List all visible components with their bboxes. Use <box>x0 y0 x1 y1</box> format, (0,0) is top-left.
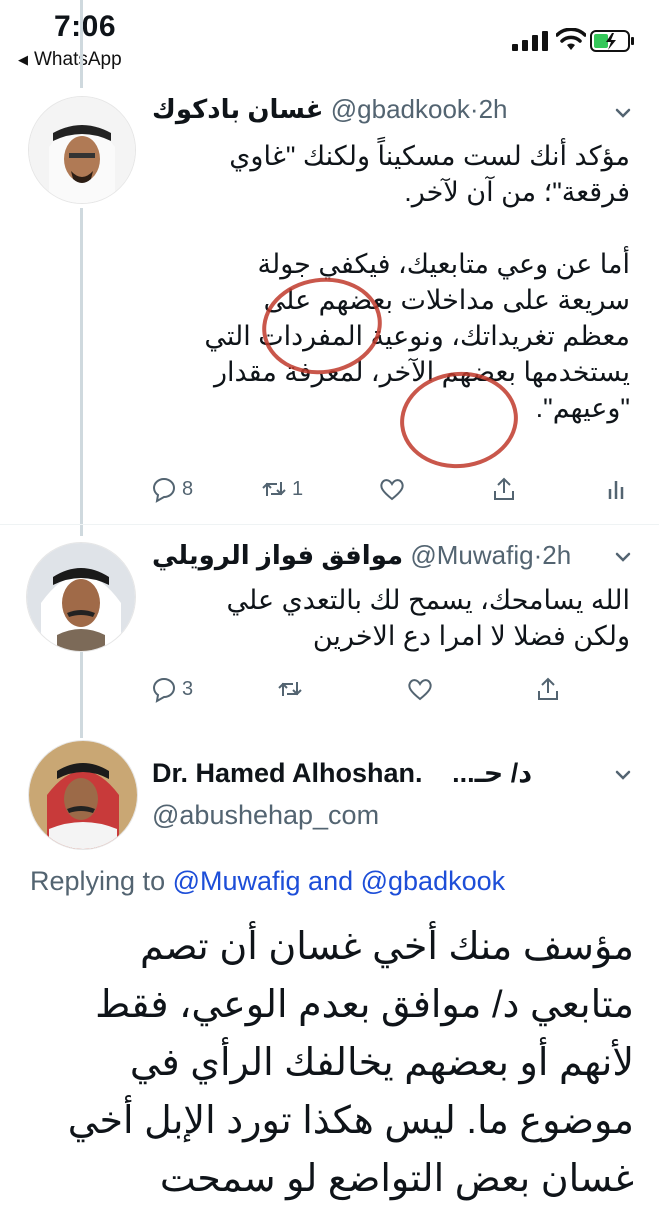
author-handle[interactable]: @abushehap_com <box>152 800 379 831</box>
retweet-button[interactable]: 1 <box>260 472 303 506</box>
share-button[interactable] <box>490 472 518 506</box>
tweet-actions: 3 <box>150 672 630 706</box>
avatar[interactable] <box>28 740 138 850</box>
reply-button[interactable]: 3 <box>150 672 193 706</box>
author-name[interactable]: موافق فواز الرويلي <box>152 540 403 570</box>
tweet-time: ·2h <box>533 540 572 570</box>
replying-prefix: Replying to <box>30 866 166 896</box>
back-to-app-link[interactable]: ◀ WhatsApp <box>18 49 122 71</box>
wifi-icon <box>556 28 586 50</box>
battery-charging-icon <box>590 30 634 52</box>
reply-count: 8 <box>182 477 194 500</box>
thread-line <box>80 652 83 738</box>
author-handle[interactable]: @Muwafig <box>410 540 533 570</box>
back-app-label: WhatsApp <box>34 49 122 70</box>
tweet-divider <box>0 524 659 525</box>
reply-count: 3 <box>182 677 194 700</box>
heart-icon <box>380 479 404 501</box>
share-button[interactable] <box>534 672 562 706</box>
tweet-text: مؤسف منك أخي غسان أن تصم متابعي د/ موافق… <box>67 926 634 1200</box>
author-name[interactable]: غسان بادكوك <box>152 94 324 124</box>
like-button[interactable] <box>378 472 406 506</box>
author-name-latin: Dr. Hamed Alhoshan. <box>152 758 423 788</box>
avatar-photo <box>29 741 137 849</box>
avatar[interactable] <box>26 542 136 652</box>
status-time: 7:06 <box>54 10 117 43</box>
replying-users-link[interactable]: @Muwafig and @gbadkook <box>173 866 506 896</box>
tweet-header: موافق فواز الرويلي @Muwafig·2h <box>152 540 571 576</box>
tweet-text: الله يسامحك، يسمح لك بالتعدي علي ولكن فض… <box>226 585 630 651</box>
retweet-icon <box>278 682 302 696</box>
like-button[interactable] <box>406 672 434 706</box>
retweet-icon <box>262 482 286 496</box>
thread-line <box>80 208 83 536</box>
retweet-button[interactable] <box>276 672 304 706</box>
cellular-signal-icon <box>512 31 548 51</box>
tweet-time: ·2h <box>469 94 508 124</box>
chevron-down-icon[interactable] <box>614 548 632 566</box>
reply-icon <box>152 478 175 503</box>
tweet-text: مؤكد أنك لست مسكيناً ولكنك "غاوي فرقعة"؛… <box>204 141 630 423</box>
tweet-header: غسان بادكوك @gbadkook·2h <box>152 94 507 130</box>
share-icon <box>538 677 558 700</box>
share-icon <box>494 477 514 500</box>
replying-to: Replying to @Muwafig and @gbadkook <box>30 866 505 897</box>
author-name[interactable]: Dr. Hamed Alhoshan. د/ حـ... <box>152 758 532 789</box>
author-name-suffix: د/ حـ... <box>452 758 533 788</box>
author-handle[interactable]: @gbadkook <box>331 94 470 124</box>
avatar-photo <box>29 97 135 203</box>
tweet-actions: 8 1 <box>150 472 630 506</box>
back-triangle-icon: ◀ <box>18 52 28 67</box>
avatar-photo <box>27 543 135 651</box>
retweet-count: 1 <box>292 477 304 500</box>
reply-icon <box>152 678 175 703</box>
heart-icon <box>408 679 432 701</box>
thread-line <box>80 0 83 88</box>
chevron-down-icon[interactable] <box>614 766 632 784</box>
chevron-down-icon[interactable] <box>614 104 632 122</box>
avatar[interactable] <box>28 96 136 204</box>
status-bar: 7:06 ◀ WhatsApp <box>0 0 659 80</box>
analytics-icon <box>608 481 624 499</box>
reply-button[interactable]: 8 <box>150 472 193 506</box>
analytics-button[interactable] <box>602 472 630 506</box>
